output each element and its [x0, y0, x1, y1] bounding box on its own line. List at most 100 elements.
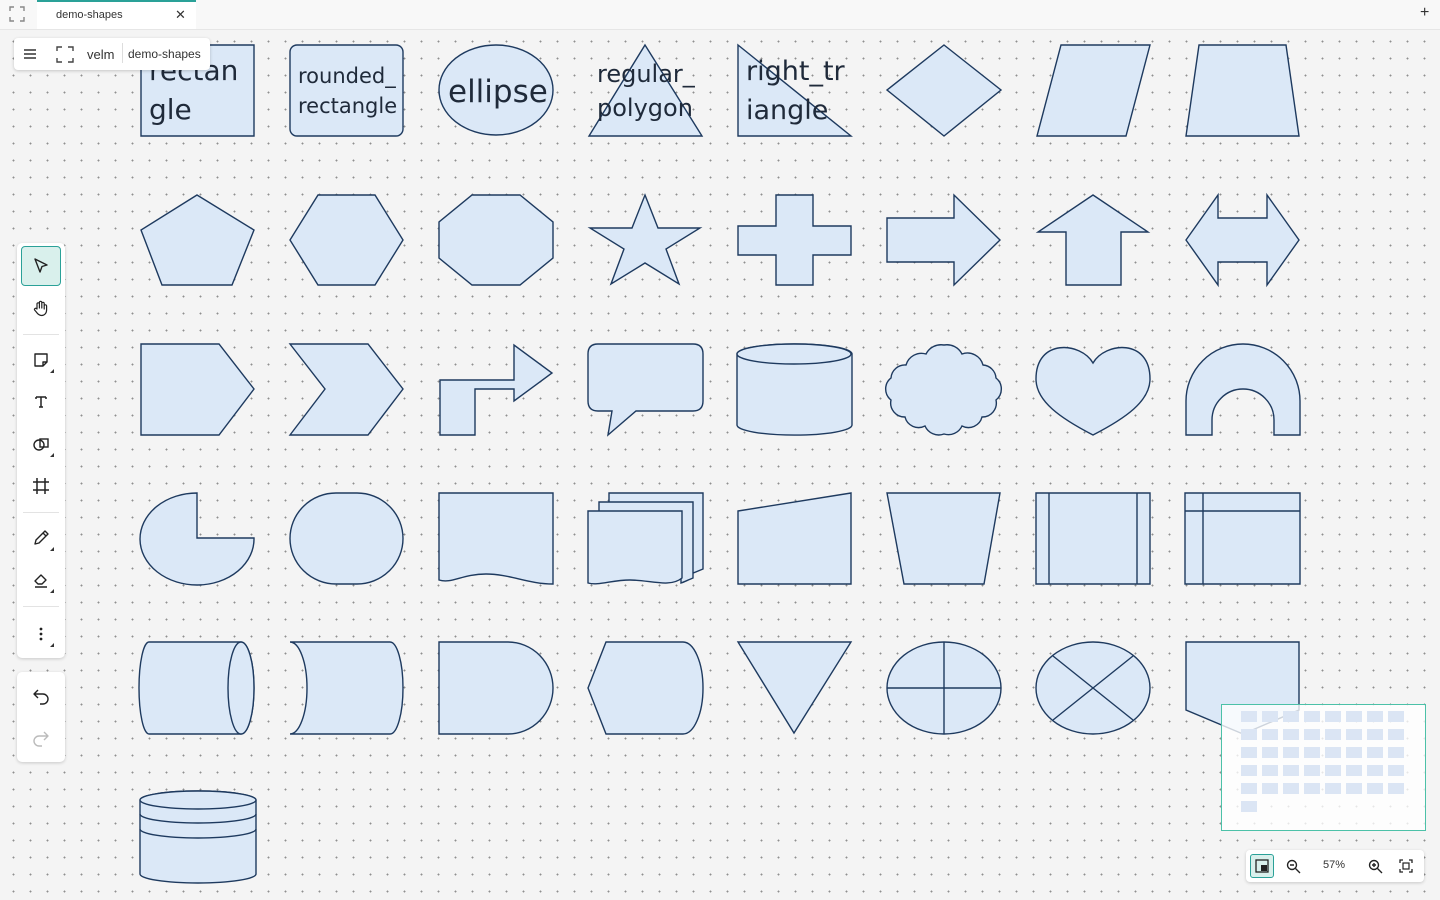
app-name[interactable]: velm: [87, 47, 114, 62]
tab-demo-shapes[interactable]: demo-shapes ✕: [37, 0, 196, 29]
shape-label: regular_: [597, 60, 696, 88]
tool-pen[interactable]: [21, 518, 61, 558]
shape-merge[interactable]: [738, 642, 851, 733]
minimap-shape-thumb: [1283, 729, 1299, 740]
minimap-shape-thumb: [1388, 747, 1404, 758]
document-name[interactable]: demo-shapes: [128, 47, 201, 61]
minimap-shape-thumb: [1262, 729, 1278, 740]
shape-delay[interactable]: [439, 642, 553, 734]
shape-cloud[interactable]: [886, 345, 1002, 435]
undo-button[interactable]: [21, 676, 61, 716]
shape-multi-document[interactable]: [588, 493, 703, 584]
minimap-shape-thumb: [1304, 729, 1320, 740]
shape-arch[interactable]: [1186, 344, 1300, 435]
close-icon[interactable]: ✕: [175, 7, 186, 23]
minimap-shape-thumb: [1325, 729, 1341, 740]
shape-speech-bubble[interactable]: [588, 344, 703, 435]
shape-pie[interactable]: [140, 493, 254, 585]
minimap-shape-thumb: [1241, 747, 1257, 758]
shape-chevron[interactable]: [290, 344, 403, 435]
shape-stored-data[interactable]: [290, 642, 403, 734]
zoom-level[interactable]: 57%: [1318, 859, 1350, 871]
shape-right-triangle[interactable]: right_tr iangle: [738, 45, 851, 136]
hamburger-menu-icon[interactable]: [22, 46, 38, 62]
frame-grid-icon: [33, 478, 49, 494]
app-frame-icon: [9, 6, 25, 22]
minimap-shape-thumb: [1388, 783, 1404, 794]
redo-button[interactable]: [21, 718, 61, 758]
shape-octagon[interactable]: [439, 195, 553, 285]
shape-heart[interactable]: [1036, 348, 1150, 435]
shape-pentagon-arrow[interactable]: [141, 344, 254, 435]
shape-internal-storage[interactable]: [1185, 493, 1300, 584]
text-icon: [35, 396, 47, 408]
minimap-shape-thumb: [1367, 747, 1383, 758]
shape-label: rectangle: [298, 94, 397, 118]
shape-label: gle: [149, 93, 192, 126]
tool-palette: [17, 243, 65, 658]
zoom-controls: 57%: [1246, 850, 1424, 882]
shape-diamond[interactable]: [887, 45, 1001, 136]
shape-stadium[interactable]: [290, 493, 403, 584]
shape-manual-operation[interactable]: [887, 493, 1000, 584]
minimap-shape-thumb: [1367, 783, 1383, 794]
shape-pentagon[interactable]: [141, 195, 254, 285]
minimap-shape-thumb: [1304, 711, 1320, 722]
submenu-indicator: [50, 369, 54, 373]
fit-to-screen-button[interactable]: [1394, 854, 1418, 878]
tool-more[interactable]: [21, 614, 61, 654]
toolbar-divider: [23, 334, 59, 335]
shapes-icon: [33, 438, 49, 451]
shape-trapezoid[interactable]: [1186, 45, 1299, 136]
shape-label: rounded_: [298, 64, 396, 89]
tool-shapes[interactable]: [21, 424, 61, 464]
pencil-icon: [34, 530, 49, 545]
hand-icon: [33, 300, 48, 317]
minimap-shape-thumb: [1325, 747, 1341, 758]
minimap-shape-thumb: [1325, 783, 1341, 794]
minimap-shape-thumb: [1262, 783, 1278, 794]
new-tab-button[interactable]: +: [1420, 4, 1429, 22]
shape-or-junction[interactable]: [1036, 642, 1150, 734]
tool-frame[interactable]: [21, 466, 61, 506]
shape-arrow-right[interactable]: [887, 195, 1000, 285]
minimap-shape-thumb: [1283, 765, 1299, 776]
shape-regular-polygon[interactable]: regular_ polygon: [589, 45, 702, 136]
shape-label: right_tr: [746, 56, 846, 87]
shape-horizontal-cylinder[interactable]: [139, 642, 254, 734]
shape-database[interactable]: [140, 791, 256, 883]
shape-summing-junction[interactable]: [887, 642, 1001, 734]
minimap-shape-thumb: [1325, 765, 1341, 776]
shape-predefined-process[interactable]: [1036, 493, 1150, 584]
tool-note[interactable]: [21, 340, 61, 380]
minimap-shape-thumb: [1388, 765, 1404, 776]
minimap-shape-thumb: [1325, 711, 1341, 722]
shape-document[interactable]: [439, 493, 553, 584]
shape-ellipse[interactable]: ellipse: [439, 45, 553, 135]
tool-eraser[interactable]: [21, 560, 61, 600]
shape-display[interactable]: [588, 642, 703, 734]
shape-label: ellipse: [448, 74, 548, 110]
shape-cylinder[interactable]: [737, 344, 852, 435]
tool-text[interactable]: [21, 382, 61, 422]
shape-arrow-double[interactable]: [1186, 195, 1299, 285]
shape-star[interactable]: [590, 195, 700, 284]
shape-cross[interactable]: [738, 195, 851, 285]
toggle-minimap-button[interactable]: [1250, 854, 1274, 878]
minimap[interactable]: [1221, 704, 1426, 831]
more-vertical-icon: [39, 627, 43, 641]
shape-arrow-up[interactable]: [1038, 195, 1148, 285]
zoom-in-button[interactable]: [1363, 854, 1387, 878]
minimap-shape-thumb: [1304, 747, 1320, 758]
minimap-shape-thumb: [1241, 783, 1257, 794]
shape-hexagon[interactable]: [290, 195, 403, 285]
shape-manual-input[interactable]: [738, 493, 851, 584]
tool-hand[interactable]: [21, 288, 61, 328]
minimap-shape-thumb: [1346, 783, 1362, 794]
zoom-out-button[interactable]: [1281, 854, 1305, 878]
shape-rounded-rectangle[interactable]: rounded_ rectangle: [290, 45, 403, 136]
shape-parallelogram[interactable]: [1037, 45, 1150, 136]
shape-bent-arrow[interactable]: [440, 345, 552, 435]
minimap-shape-thumb: [1283, 711, 1299, 722]
tool-select[interactable]: [21, 246, 61, 286]
